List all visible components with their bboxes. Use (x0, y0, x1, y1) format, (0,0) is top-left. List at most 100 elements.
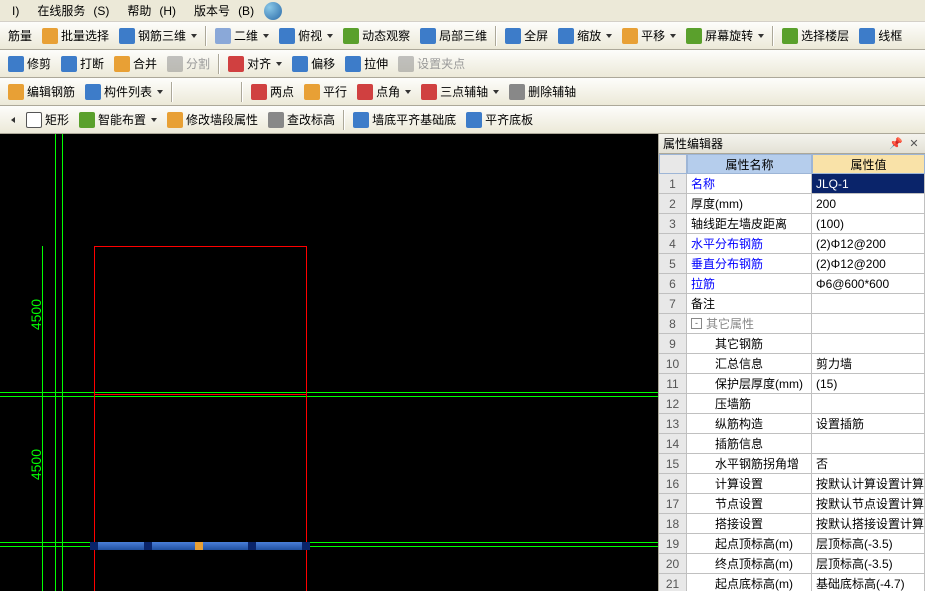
btn-edit-rebar[interactable]: 编辑钢筋 (4, 81, 79, 102)
btn-trim[interactable]: 修剪 (4, 53, 55, 74)
menu-i[interactable]: I) (4, 2, 27, 20)
btn-fushi[interactable]: 俯视 (275, 25, 337, 46)
chevron-down-icon (157, 90, 163, 94)
wireframe-icon (859, 28, 875, 44)
btn-flush-bottom[interactable]: 平齐底板 (462, 109, 537, 130)
property-row[interactable]: 11保护层厚度(mm)(15) (659, 374, 925, 394)
property-row[interactable]: 8-其它属性 (659, 314, 925, 334)
property-row[interactable]: 19起点顶标高(m)层顶标高(-3.5) (659, 534, 925, 554)
pan-icon (622, 28, 638, 44)
row-value[interactable] (812, 294, 925, 314)
btn-three-point[interactable]: 三点辅轴 (417, 81, 503, 102)
property-row[interactable]: 13纵筋构造设置插筋 (659, 414, 925, 434)
row-value[interactable]: Φ6@600*600 (812, 274, 925, 294)
btn-smart-layout[interactable]: 智能布置 (75, 109, 161, 130)
row-value[interactable]: 按默认搭接设置计算 (812, 514, 925, 534)
btn-point-angle[interactable]: 点角 (353, 81, 415, 102)
property-row[interactable]: 3轴线距左墙皮距离(100) (659, 214, 925, 234)
row-value[interactable]: (15) (812, 374, 925, 394)
row-value[interactable]: 剪力墙 (812, 354, 925, 374)
property-row[interactable]: 5垂直分布钢筋(2)Φ12@200 (659, 254, 925, 274)
property-row[interactable]: 9其它钢筋 (659, 334, 925, 354)
btn-break[interactable]: 打断 (57, 53, 108, 74)
row-value[interactable]: (2)Φ12@200 (812, 234, 925, 254)
expand-icon[interactable]: - (691, 318, 702, 329)
property-row[interactable]: 18搭接设置按默认搭接设置计算 (659, 514, 925, 534)
panel-title: 属性编辑器 (663, 135, 723, 152)
grip-start[interactable] (90, 542, 98, 550)
row-value[interactable]: 按默认计算设置计算 (812, 474, 925, 494)
property-row[interactable]: 7备注 (659, 294, 925, 314)
property-row[interactable]: 12压墙筋 (659, 394, 925, 414)
property-row[interactable]: 4水平分布钢筋(2)Φ12@200 (659, 234, 925, 254)
btn-dynamic[interactable]: 动态观察 (339, 25, 414, 46)
property-row[interactable]: 15水平钢筋拐角增否 (659, 454, 925, 474)
grid-axis-h (0, 396, 658, 397)
btn-rebar-3d[interactable]: 钢筋三维 (115, 25, 201, 46)
row-value[interactable] (812, 434, 925, 454)
menu-version[interactable]: 版本号(B) (186, 0, 262, 21)
btn-fullscreen[interactable]: 全屏 (501, 25, 552, 46)
row-value[interactable]: 层顶标高(-3.5) (812, 554, 925, 574)
menu-online-service[interactable]: 在线服务(S) (29, 0, 117, 21)
row-value[interactable] (812, 394, 925, 414)
grip-q3[interactable] (248, 542, 256, 550)
property-row[interactable]: 21起点底标高(m)基础底标高(-4.7) (659, 574, 925, 591)
drawing-canvas[interactable]: 4500 4500 (0, 134, 658, 591)
property-row[interactable]: 10汇总信息剪力墙 (659, 354, 925, 374)
row-value[interactable]: JLQ-1 (812, 174, 925, 194)
panel-close-icon[interactable]: ✕ (907, 137, 921, 151)
row-value[interactable] (812, 314, 925, 334)
btn-jinliang[interactable]: 筋量 (4, 25, 36, 46)
property-row[interactable]: 14插筋信息 (659, 434, 925, 454)
row-name: -其它属性 (687, 314, 812, 334)
row-value[interactable]: 基础底标高(-4.7) (812, 574, 925, 591)
row-value[interactable]: 按默认节点设置计算 (812, 494, 925, 514)
btn-prev[interactable] (4, 116, 20, 124)
row-value[interactable]: 200 (812, 194, 925, 214)
property-row[interactable]: 6拉筋Φ6@600*600 (659, 274, 925, 294)
btn-screen-rotate[interactable]: 屏幕旋转 (682, 25, 768, 46)
btn-two-point[interactable]: 两点 (247, 81, 298, 102)
btn-rect[interactable]: 矩形 (22, 109, 73, 130)
grid-axis-h (0, 392, 658, 393)
row-value[interactable]: 层顶标高(-3.5) (812, 534, 925, 554)
globe-icon[interactable] (264, 2, 282, 20)
menu-bar: I) 在线服务(S) 帮助(H) 版本号(B) (0, 0, 925, 22)
btn-merge[interactable]: 合并 (110, 53, 161, 74)
row-value[interactable]: 否 (812, 454, 925, 474)
btn-batch-select[interactable]: 批量选择 (38, 25, 113, 46)
property-row[interactable]: 1名称JLQ-1 (659, 174, 925, 194)
panel-pin-icon[interactable]: 📌 (889, 137, 903, 151)
property-row[interactable]: 2厚度(mm)200 (659, 194, 925, 214)
btn-modify-wall[interactable]: 修改墙段属性 (163, 109, 262, 130)
btn-align[interactable]: 对齐 (224, 53, 286, 74)
btn-local3d[interactable]: 局部三维 (416, 25, 491, 46)
property-row[interactable]: 20终点顶标高(m)层顶标高(-3.5) (659, 554, 925, 574)
btn-offset[interactable]: 偏移 (288, 53, 339, 74)
property-row[interactable]: 17节点设置按默认节点设置计算 (659, 494, 925, 514)
row-value[interactable]: (2)Φ12@200 (812, 254, 925, 274)
row-index: 1 (659, 174, 687, 194)
btn-pan[interactable]: 平移 (618, 25, 680, 46)
menu-help[interactable]: 帮助(H) (119, 0, 184, 21)
btn-wireframe[interactable]: 线框 (855, 25, 906, 46)
row-value[interactable]: 设置插筋 (812, 414, 925, 434)
grip-mid[interactable] (195, 542, 203, 550)
btn-select-floor[interactable]: 选择楼层 (778, 25, 853, 46)
btn-zoom[interactable]: 缩放 (554, 25, 616, 46)
btn-check-elev[interactable]: 查改标高 (264, 109, 339, 130)
btn-delete-axis[interactable]: 删除辅轴 (505, 81, 580, 102)
btn-wall-bottom-base[interactable]: 墙底平齐基础底 (349, 109, 460, 130)
btn-stretch[interactable]: 拉伸 (341, 53, 392, 74)
btn-parallel[interactable]: 平行 (300, 81, 351, 102)
chevron-down-icon (263, 34, 269, 38)
red-edge (94, 246, 95, 591)
row-value[interactable]: (100) (812, 214, 925, 234)
grip-q1[interactable] (144, 542, 152, 550)
row-value[interactable] (812, 334, 925, 354)
btn-component-list[interactable]: 构件列表 (81, 81, 167, 102)
btn-2d[interactable]: 二维 (211, 25, 273, 46)
grip-end[interactable] (302, 542, 310, 550)
property-row[interactable]: 16计算设置按默认计算设置计算 (659, 474, 925, 494)
